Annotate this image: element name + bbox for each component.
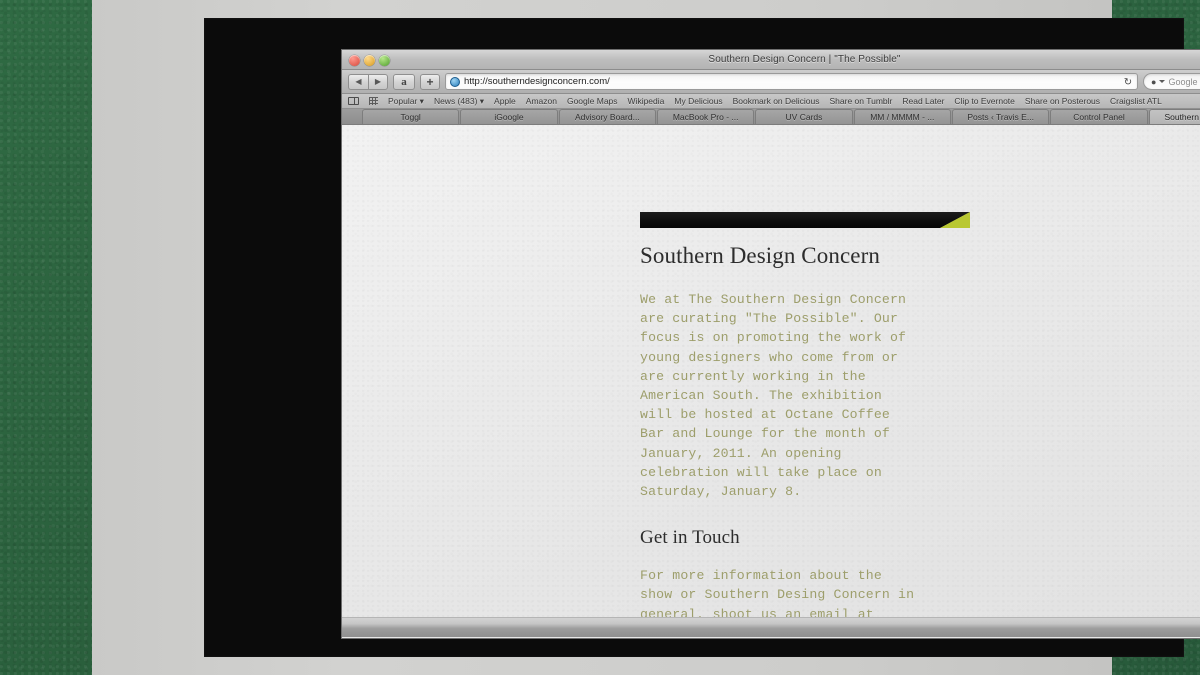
search-input[interactable]: ● Google — [1143, 73, 1200, 90]
bookmarks-bar: Popular ▾ News (483) ▾ Apple Amazon Goog… — [342, 94, 1200, 109]
bookmark-item[interactable]: Share on Posterous — [1025, 96, 1100, 106]
site-header-banner — [640, 212, 970, 228]
page-content: Southern Design Concern We at The Southe… — [640, 125, 980, 617]
bookmark-item[interactable]: Google Maps — [567, 96, 618, 106]
navigation-buttons: ◀ ▶ — [348, 73, 388, 90]
search-icon: ● — [1151, 76, 1157, 87]
page-viewport: Southern Design Concern We at The Southe… — [342, 125, 1200, 617]
bookmark-item[interactable]: Clip to Evernote — [954, 96, 1014, 106]
tab-advisory-board[interactable]: Advisory Board... — [558, 109, 656, 124]
site-favicon-icon — [450, 76, 460, 87]
bookmark-item[interactable]: Popular ▾ — [388, 96, 424, 107]
search-placeholder: Google — [1168, 76, 1198, 87]
bookmark-item[interactable]: My Delicious — [674, 96, 722, 106]
bookmark-item[interactable]: Apple — [494, 96, 516, 106]
back-button[interactable]: ◀ — [348, 73, 368, 90]
bookmark-item[interactable]: Read Later — [902, 96, 944, 106]
desktop-background: Southern Design Concern | "The Possible"… — [0, 0, 1200, 675]
address-bar[interactable]: http://southerndesignconcern.com/ ↻ — [445, 73, 1138, 90]
tab-igoogle[interactable]: iGoogle — [460, 109, 558, 124]
browser-window: Southern Design Concern | "The Possible"… — [341, 49, 1200, 639]
tab-macbook-pro[interactable]: MacBook Pro - ... — [656, 109, 755, 124]
tab-mm-mmmm[interactable]: MM / MMMM - ... — [853, 109, 951, 124]
forward-button[interactable]: ▶ — [368, 73, 388, 90]
window-bottom-bar — [342, 617, 1200, 637]
bookmark-item[interactable]: Craigslist ATL — [1110, 96, 1162, 106]
bookmark-item[interactable]: News (483) ▾ — [434, 96, 484, 107]
contact-heading: Get in Touch — [640, 527, 740, 549]
page-title: Southern Design Concern — [640, 243, 880, 268]
tab-toggl[interactable]: Toggl — [362, 109, 460, 124]
top-sites-grid-icon[interactable] — [369, 97, 378, 105]
bookmark-item[interactable]: Wikipedia — [628, 96, 665, 106]
address-bar-value: http://southerndesignconcern.com/ — [464, 76, 610, 87]
close-window-button[interactable] — [349, 55, 360, 66]
banner-bar — [640, 212, 970, 228]
window-titlebar: Southern Design Concern | "The Possible" — [342, 50, 1200, 70]
bookmark-item[interactable]: Share on Tumblr — [830, 96, 893, 106]
show-all-bookmarks-icon[interactable] — [348, 97, 359, 105]
tab-southern-design[interactable]: Southern Desig... — [1148, 109, 1200, 124]
display-frame: Southern Design Concern | "The Possible"… — [92, 0, 1200, 675]
bookmark-item[interactable]: Amazon — [526, 96, 557, 106]
window-controls[interactable] — [349, 55, 390, 66]
contact-paragraph: For more information about the show or S… — [640, 568, 915, 617]
intro-paragraph: We at The Southern Design Concern are cu… — [640, 292, 907, 500]
minimize-window-button[interactable] — [364, 55, 375, 66]
reload-icon[interactable]: ↻ — [1122, 76, 1134, 88]
amazon-extension-button[interactable]: a — [393, 73, 415, 90]
chevron-down-icon[interactable] — [1159, 80, 1166, 83]
window-title: Southern Design Concern | "The Possible" — [708, 54, 901, 65]
browser-toolbar: ◀ ▶ a + http://southerndesignconcern.com… — [342, 70, 1200, 94]
display-bezel: Southern Design Concern | "The Possible"… — [204, 18, 1200, 657]
bookmark-item[interactable]: Bookmark on Delicious — [733, 96, 820, 106]
tab-uv-cards[interactable]: UV Cards — [755, 109, 853, 124]
tab-posts-travis[interactable]: Posts ‹ Travis E... — [951, 109, 1050, 124]
add-bookmark-button[interactable]: + — [420, 73, 440, 90]
maximize-window-button[interactable] — [379, 55, 390, 66]
tab-control-panel[interactable]: Control Panel — [1050, 109, 1148, 124]
tab-bar: Toggl iGoogle Advisory Board... MacBook … — [342, 109, 1200, 125]
